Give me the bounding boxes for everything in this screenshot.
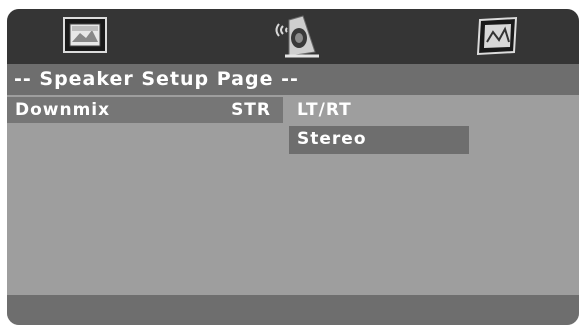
preferences-icon <box>476 16 518 56</box>
option-lt-rt[interactable]: LT/RT <box>289 97 469 125</box>
page-title: -- Speaker Setup Page -- <box>7 64 579 95</box>
footer-bar <box>7 295 579 325</box>
option-label: Stereo <box>297 129 367 149</box>
tab-bar <box>7 9 579 64</box>
option-stereo[interactable]: Stereo <box>289 126 469 154</box>
tab-general-setup[interactable] <box>62 14 108 62</box>
setting-label: Downmix <box>15 100 111 120</box>
tab-preferences[interactable] <box>474 14 520 62</box>
general-setup-icon <box>63 17 107 53</box>
speaker-setup-icon <box>275 15 319 58</box>
option-label: LT/RT <box>297 100 352 120</box>
tab-speaker-setup[interactable] <box>271 12 321 64</box>
setting-row-downmix[interactable]: Downmix STR <box>7 97 283 123</box>
page-title-text: -- Speaker Setup Page -- <box>14 68 299 90</box>
setting-value: STR <box>231 100 271 120</box>
osd-menu: -- Speaker Setup Page -- Downmix STR LT/… <box>7 9 579 325</box>
